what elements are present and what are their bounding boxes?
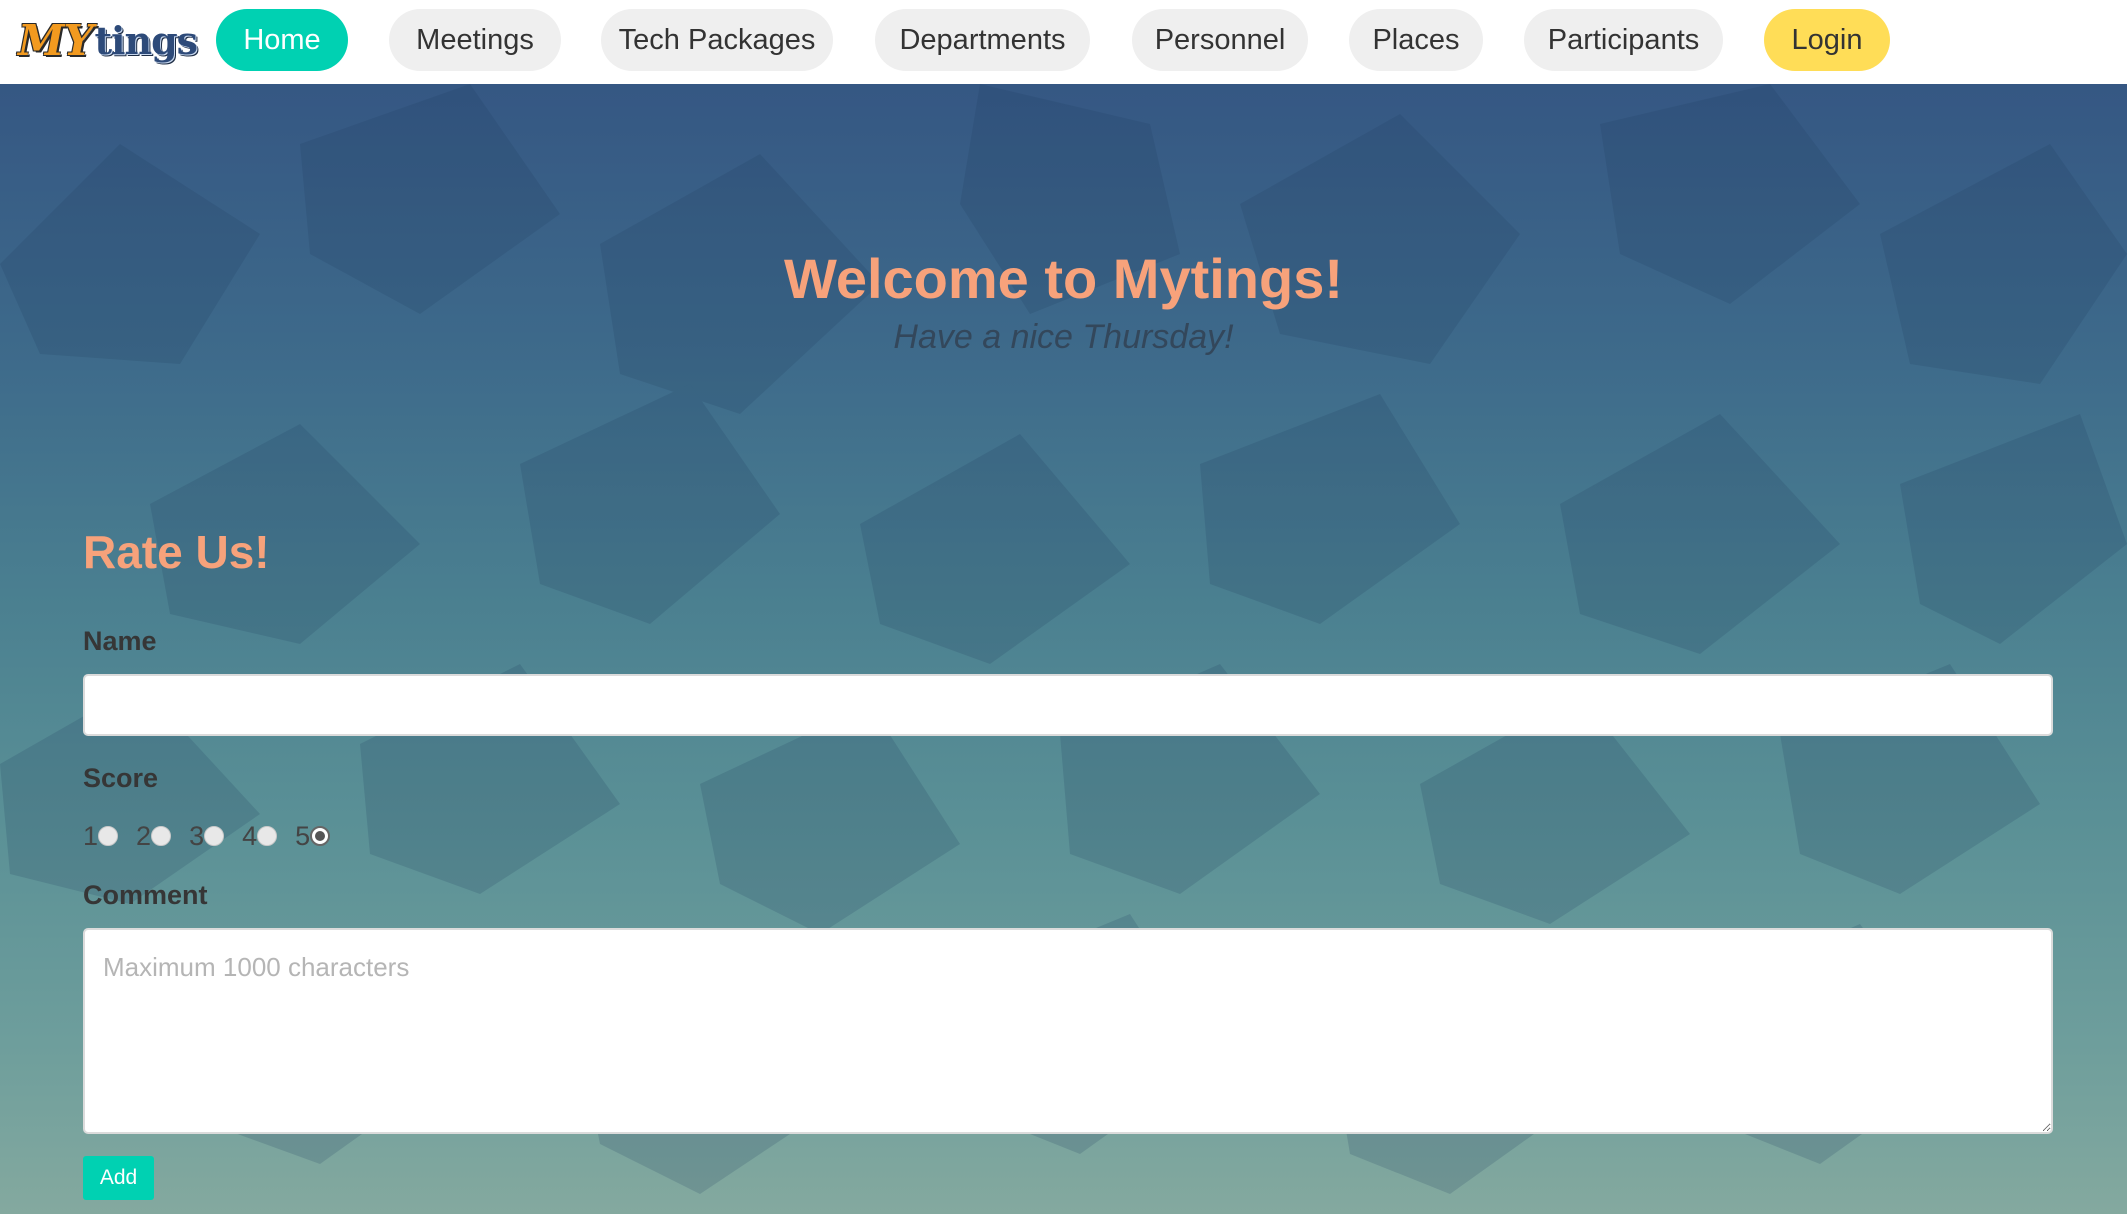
page-title: Welcome to Mytings! <box>783 247 1343 310</box>
score-option-4[interactable]: 4 <box>242 821 281 852</box>
score-radio-group: 1 2 3 4 5 <box>83 818 348 854</box>
score-radio-3[interactable] <box>204 826 225 846</box>
name-label: Name <box>83 626 157 656</box>
name-input[interactable] <box>83 674 2053 736</box>
rate-us-heading: Rate Us! <box>83 526 270 578</box>
score-option-label: 3 <box>189 820 205 851</box>
mytings-logo[interactable]: MY tings <box>18 15 198 65</box>
score-option-label: 1 <box>83 820 99 851</box>
nav-places[interactable]: Places <box>1349 9 1483 71</box>
nav-meetings[interactable]: Meetings <box>389 9 561 71</box>
nav-personnel[interactable]: Personnel <box>1132 9 1308 71</box>
score-radio-4[interactable] <box>257 826 278 846</box>
score-radio-2[interactable] <box>151 826 172 846</box>
page-subtitle: Have a nice Thursday! <box>893 318 1234 356</box>
nav-participants[interactable]: Participants <box>1524 9 1723 71</box>
score-radio-1[interactable] <box>98 826 119 846</box>
score-option-2[interactable]: 2 <box>136 821 175 852</box>
score-label: Score <box>83 763 159 793</box>
nav-tech-packages[interactable]: Tech Packages <box>601 9 833 71</box>
score-option-label: 5 <box>295 820 311 851</box>
score-option-label: 4 <box>242 820 258 851</box>
comment-label: Comment <box>83 880 208 910</box>
top-navbar: MY tings Home Meetings Tech Packages Dep… <box>0 0 2127 84</box>
comment-textarea[interactable] <box>83 928 2053 1134</box>
score-radio-5[interactable] <box>310 826 331 846</box>
login-button[interactable]: Login <box>1764 9 1890 71</box>
score-option-5[interactable]: 5 <box>295 821 334 852</box>
nav-departments[interactable]: Departments <box>875 9 1090 71</box>
add-button[interactable]: Add <box>83 1156 154 1200</box>
score-option-1[interactable]: 1 <box>83 821 122 852</box>
logo-tings-text: tings <box>94 17 198 63</box>
score-option-label: 2 <box>136 820 152 851</box>
nav-home[interactable]: Home <box>216 9 348 71</box>
logo-my-text: MY <box>18 15 93 65</box>
score-option-3[interactable]: 3 <box>189 821 228 852</box>
